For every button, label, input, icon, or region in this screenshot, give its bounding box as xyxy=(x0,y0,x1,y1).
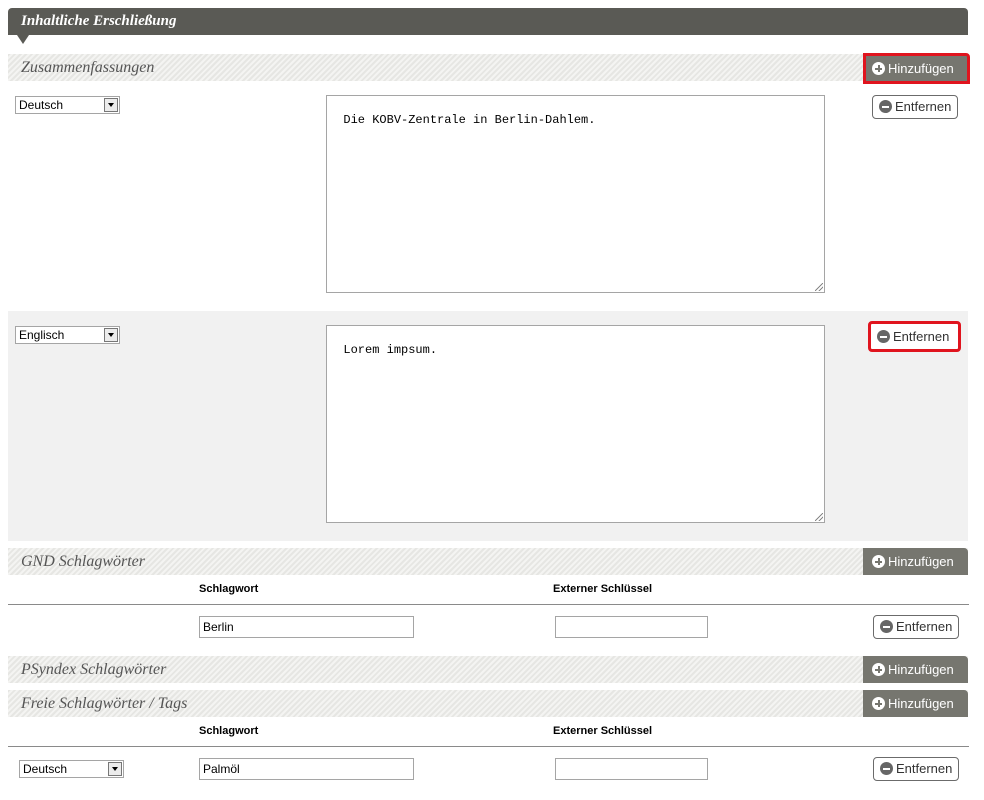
chevron-down-icon xyxy=(104,328,118,342)
summary-1-language-select[interactable]: Deutsch xyxy=(15,96,120,114)
free-tag-external-key-input[interactable] xyxy=(555,758,708,780)
summary-1-textarea[interactable]: Die KOBV-Zentrale in Berlin-Dahlem. xyxy=(326,95,825,293)
remove-button-label: Entfernen xyxy=(896,619,953,634)
minus-circle-icon xyxy=(880,762,893,775)
gnd-keyword-value: Berlin xyxy=(203,620,234,634)
gnd-col-external-key: Externer Schlüssel xyxy=(553,583,653,595)
summary-1-text: Die KOBV-Zentrale in Berlin-Dahlem. xyxy=(343,113,596,127)
summary-1-language-value: Deutsch xyxy=(19,98,64,112)
plus-circle-icon xyxy=(872,697,885,710)
psyndex-header: PSyndex Schlagwörter xyxy=(8,656,968,683)
resize-grip-icon[interactable] xyxy=(815,513,823,521)
gnd-keyword-input[interactable]: Berlin xyxy=(199,616,414,638)
gnd-header: GND Schlagwörter xyxy=(8,548,968,575)
free-tag-keyword-input[interactable]: Palmöl xyxy=(199,758,414,780)
chevron-down-icon xyxy=(108,762,122,776)
free-col-external-key: Externer Schlüssel xyxy=(553,725,653,737)
summaries-add-button[interactable]: Hinzufügen xyxy=(863,53,970,84)
section-title: Inhaltliche Erschließung xyxy=(8,8,968,35)
psyndex-add-button[interactable]: Hinzufügen xyxy=(863,656,968,683)
remove-button-label: Entfernen xyxy=(895,99,952,114)
plus-circle-icon xyxy=(872,62,885,75)
summary-2-language-select[interactable]: Englisch xyxy=(15,326,120,344)
summaries-title: Zusammenfassungen xyxy=(21,59,155,76)
free-tags-add-button[interactable]: Hinzufügen xyxy=(863,690,968,717)
free-tags-header: Freie Schlagwörter / Tags xyxy=(8,690,968,717)
add-button-label: Hinzufügen xyxy=(888,696,954,711)
add-button-label: Hinzufügen xyxy=(888,554,954,569)
free-tag-keyword-value: Palmöl xyxy=(203,762,240,776)
free-divider xyxy=(8,746,969,747)
add-button-label: Hinzufügen xyxy=(888,61,954,76)
summary-1-remove-button[interactable]: Entfernen xyxy=(872,95,958,119)
free-tags-title: Freie Schlagwörter / Tags xyxy=(21,695,188,712)
free-col-keyword: Schlagwort xyxy=(199,725,259,737)
gnd-add-button[interactable]: Hinzufügen xyxy=(863,548,968,575)
free-tag-remove-button[interactable]: Entfernen xyxy=(873,757,959,781)
gnd-remove-button[interactable]: Entfernen xyxy=(873,615,959,639)
free-tag-language-value: Deutsch xyxy=(23,762,68,776)
gnd-col-keyword: Schlagwort xyxy=(199,583,259,595)
summary-2-remove-button[interactable]: Entfernen xyxy=(868,321,961,352)
gnd-external-key-input[interactable] xyxy=(555,616,708,638)
free-tag-language-select[interactable]: Deutsch xyxy=(19,760,124,778)
remove-button-label: Entfernen xyxy=(896,761,953,776)
add-button-label: Hinzufügen xyxy=(888,662,954,677)
minus-circle-icon xyxy=(879,100,892,113)
plus-circle-icon xyxy=(872,663,885,676)
plus-circle-icon xyxy=(872,555,885,568)
resize-grip-icon[interactable] xyxy=(815,283,823,291)
minus-circle-icon xyxy=(877,330,890,343)
psyndex-title: PSyndex Schlagwörter xyxy=(21,661,167,678)
summary-2-text: Lorem impsum. xyxy=(343,343,438,357)
title-pointer xyxy=(17,35,29,44)
chevron-down-icon xyxy=(104,98,118,112)
gnd-title: GND Schlagwörter xyxy=(21,553,145,570)
summaries-header: Zusammenfassungen xyxy=(8,54,968,81)
gnd-divider xyxy=(8,604,969,605)
summary-2-language-value: Englisch xyxy=(19,328,65,342)
remove-button-label: Entfernen xyxy=(893,329,950,344)
summary-2-textarea[interactable]: Lorem impsum. xyxy=(326,325,825,523)
minus-circle-icon xyxy=(880,620,893,633)
